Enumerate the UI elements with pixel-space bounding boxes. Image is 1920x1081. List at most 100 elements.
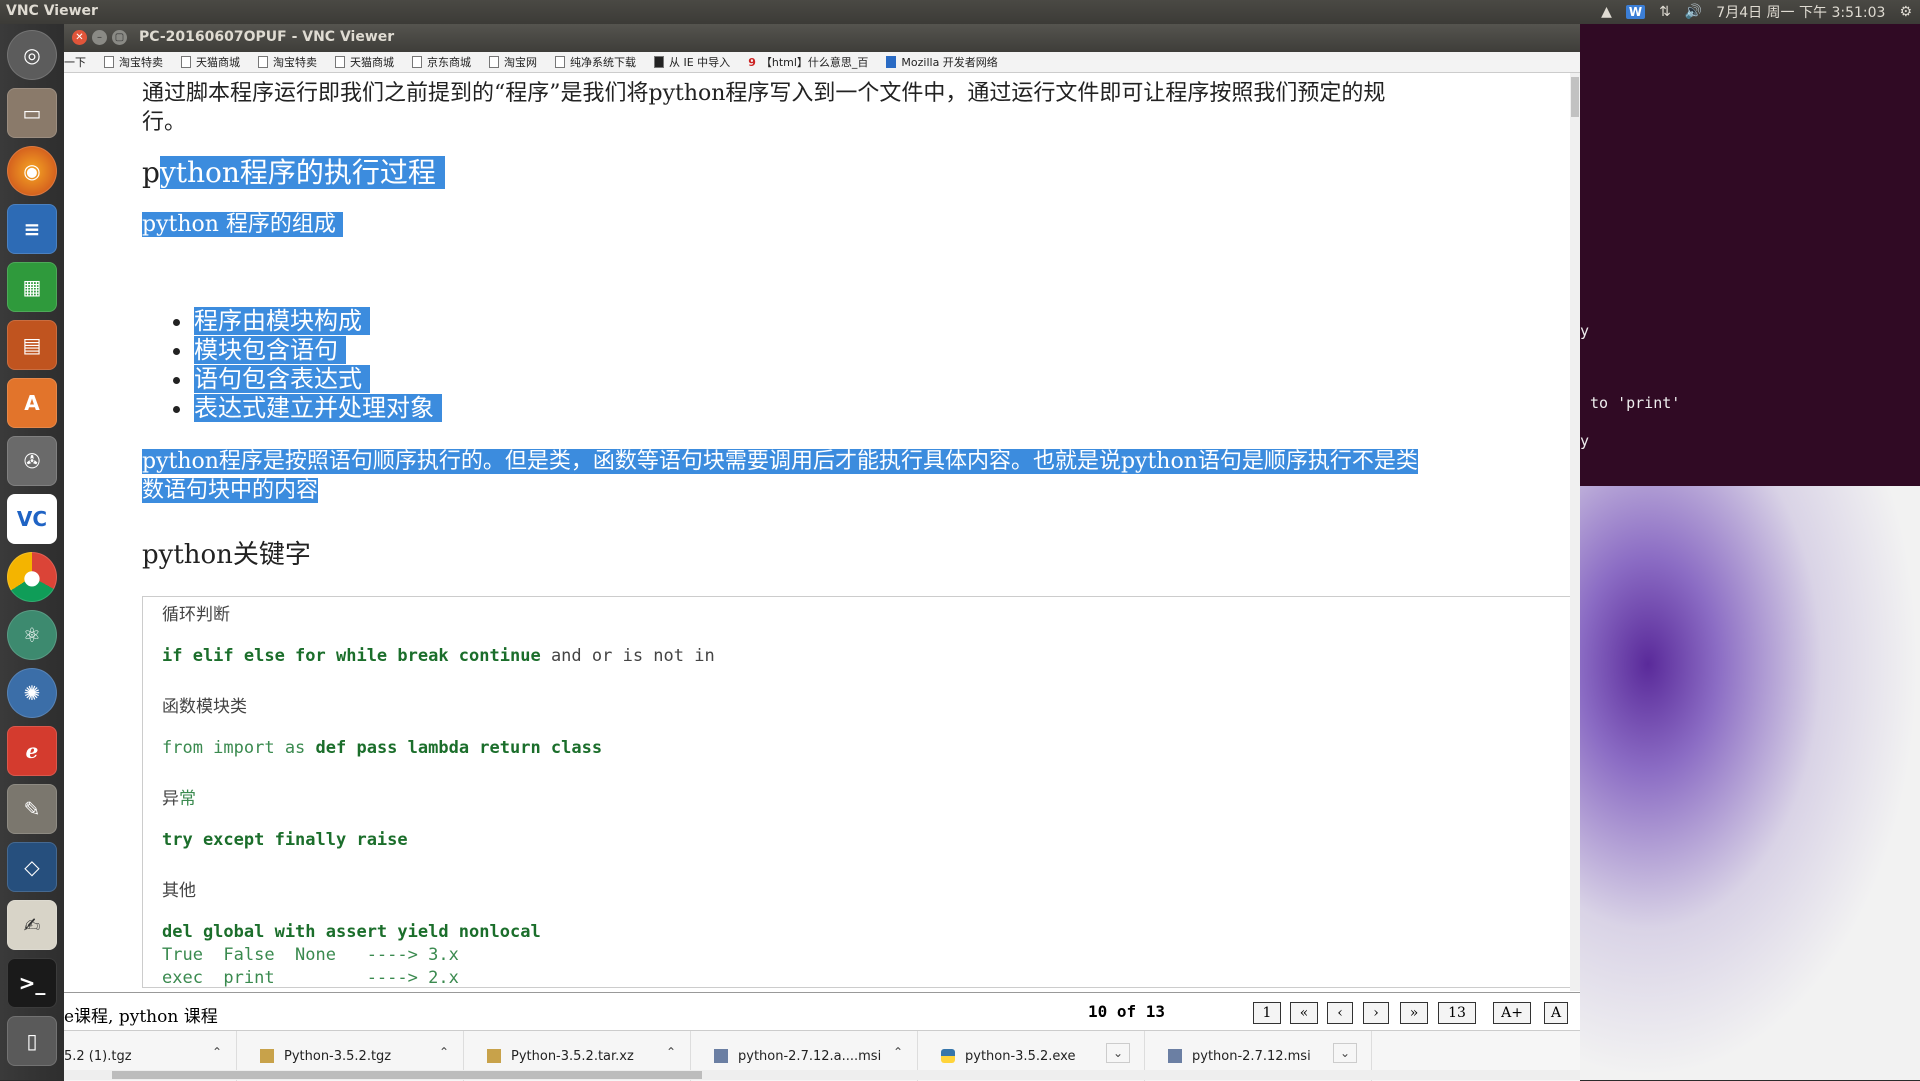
- pager-bar: e课程, python 课程 10 of 13 1 « ‹ › » 13 A+ …: [64, 992, 1580, 1031]
- bookmark-item[interactable]: 纯净系统下载: [555, 54, 636, 70]
- page-icon: [258, 56, 268, 68]
- text-editor-icon[interactable]: ℯ: [7, 726, 57, 776]
- atom-icon[interactable]: ⚛: [7, 610, 57, 660]
- code-comment: 异常: [162, 789, 196, 809]
- network-icon[interactable]: ⇅: [1659, 4, 1671, 20]
- chrome-icon[interactable]: ●: [7, 552, 57, 602]
- bookmark-item[interactable]: 9 【html】什么意思_百: [748, 54, 868, 70]
- python-icon: [941, 1049, 955, 1063]
- installer-icon: [1168, 1049, 1182, 1063]
- code-comment: 函数模块类: [162, 697, 247, 717]
- bookmark-item[interactable]: 一下: [64, 54, 86, 70]
- list-item: 表达式建立并处理对象: [194, 394, 442, 423]
- notification-icon[interactable]: ▲: [1601, 4, 1612, 20]
- settings-gear-icon[interactable]: ⚙: [1899, 4, 1912, 20]
- window-titlebar: ✕ – ▢ PC-20160607OPUF - VNC Viewer: [64, 24, 1580, 52]
- bookmark-item[interactable]: 天猫商城: [181, 54, 240, 70]
- first-page-button[interactable]: 1: [1253, 1002, 1281, 1024]
- system-tray: ▲ W ⇅ 🔊 7月4日 周一 下午 3:51:03 ⚙: [1601, 2, 1912, 22]
- files-icon[interactable]: ▭: [7, 88, 57, 138]
- code-line: True False None ----> 3.x: [162, 945, 459, 965]
- bookmark-item[interactable]: Mozilla 开发者网络: [886, 54, 998, 70]
- software-center-icon[interactable]: A: [7, 378, 57, 428]
- folder-icon: [654, 56, 664, 68]
- code-comment: 循环判断: [162, 605, 230, 625]
- bookmark-item[interactable]: 淘宝特卖: [104, 54, 163, 70]
- mdn-icon: [886, 56, 897, 68]
- page-position: 10 of 13: [1088, 1002, 1166, 1021]
- volume-icon[interactable]: 🔊: [1685, 4, 1702, 20]
- gedit-icon[interactable]: ✍: [7, 900, 57, 950]
- list-item: 模块包含语句: [194, 336, 442, 365]
- chevron-up-icon[interactable]: ⌃: [666, 1045, 676, 1059]
- close-icon[interactable]: ✕: [72, 30, 87, 45]
- page-icon: [412, 56, 422, 68]
- chevron-down-icon[interactable]: ⌄: [1332, 1043, 1357, 1063]
- impress-icon[interactable]: ▤: [7, 320, 57, 370]
- system-settings-icon[interactable]: ✇: [7, 436, 57, 486]
- chevron-up-icon[interactable]: ⌃: [212, 1045, 222, 1059]
- baidu-icon: 9: [748, 55, 756, 69]
- prev-prev-button[interactable]: «: [1290, 1002, 1318, 1024]
- next-button[interactable]: ›: [1363, 1002, 1389, 1024]
- maximize-icon[interactable]: ▢: [112, 30, 127, 45]
- heading-program-components: python 程序的组成: [142, 206, 343, 238]
- vertical-scrollbar[interactable]: [1570, 73, 1580, 991]
- bookmark-item[interactable]: 淘宝网: [489, 54, 537, 70]
- last-page-button[interactable]: 13: [1438, 1002, 1476, 1024]
- font-up-button[interactable]: A+: [1493, 1002, 1531, 1024]
- trash-icon[interactable]: ▯: [7, 1016, 57, 1066]
- list-item: 程序由模块构成: [194, 307, 442, 336]
- chevron-up-icon[interactable]: ⌃: [893, 1045, 903, 1059]
- dash-home-icon[interactable]: ◎: [7, 30, 57, 80]
- page-icon: [555, 56, 565, 68]
- background-terminal: y to 'print' y: [1580, 24, 1920, 486]
- font-reset-button[interactable]: A: [1544, 1002, 1568, 1024]
- code-line: try except finally raise: [162, 830, 408, 850]
- code-block: 循环判断 if elif else for while break contin…: [142, 596, 1570, 988]
- intro-paragraph: 通过脚本程序运行即我们之前提到的“程序”是我们将python程序写入到一个文件中…: [142, 81, 1386, 135]
- archive-icon: [260, 1049, 274, 1063]
- app-title: VNC Viewer: [6, 3, 98, 19]
- terminal-line: y: [1580, 432, 1590, 450]
- desktop-wallpaper: [1580, 486, 1920, 1080]
- code-line: from import as def pass lambda return cl…: [162, 738, 603, 758]
- gimp-icon[interactable]: ✎: [7, 784, 57, 834]
- execution-paragraph: python程序是按照语句顺序执行的。但是类，函数等语句块需要调用后才能执行具体…: [142, 449, 1418, 503]
- code-line: if elif else for while break continue an…: [162, 646, 715, 666]
- clock[interactable]: 7月4日 周一 下午 3:51:03: [1716, 2, 1885, 22]
- document-view[interactable]: 通过脚本程序运行即我们之前提到的“程序”是我们将python程序写入到一个文件中…: [64, 73, 1570, 991]
- page-icon: [335, 56, 345, 68]
- chevron-up-icon[interactable]: ⌃: [439, 1045, 449, 1059]
- launcher: ◎ ▭ ◉ ≡ ▦ ▤ A ✇ VC ● ⚛ ✺ ℯ ✎ ◇ ✍ >_ ▯: [0, 24, 65, 1080]
- heading-keywords: python关键字: [142, 540, 311, 570]
- writer-icon[interactable]: ≡: [7, 204, 57, 254]
- bookmark-item[interactable]: 京东商城: [412, 54, 471, 70]
- firefox-icon[interactable]: ◉: [7, 146, 57, 196]
- bookmark-item[interactable]: 淘宝特卖: [258, 54, 317, 70]
- vnc-window: ✕ – ▢ PC-20160607OPUF - VNC Viewer 一下 淘宝…: [64, 24, 1580, 1081]
- prev-button[interactable]: ‹: [1327, 1002, 1353, 1024]
- heading-execution-process: python程序的执行过程: [142, 151, 445, 191]
- wps-icon[interactable]: W: [1625, 5, 1646, 19]
- browser-icon[interactable]: ✺: [7, 668, 57, 718]
- scrollbar-thumb[interactable]: [1571, 77, 1579, 117]
- terminal-icon[interactable]: >_: [7, 958, 57, 1008]
- bookmarks-bar: 一下 淘宝特卖 天猫商城 淘宝特卖 天猫商城 京东商城 淘宝网 纯净系统下载 从…: [64, 52, 1580, 73]
- top-panel: VNC Viewer ▲ W ⇅ 🔊 7月4日 周一 下午 3:51:03 ⚙: [0, 0, 1920, 24]
- scrollbar-thumb[interactable]: [112, 1071, 702, 1079]
- vnc-viewer-icon[interactable]: VC: [7, 494, 57, 544]
- bookmark-item[interactable]: 从 IE 中导入: [654, 54, 730, 70]
- chevron-down-icon[interactable]: ⌄: [1105, 1043, 1130, 1063]
- minimize-icon[interactable]: –: [92, 30, 107, 45]
- horizontal-scrollbar[interactable]: [64, 1070, 1580, 1080]
- page-icon: [104, 56, 114, 68]
- installer-icon: [714, 1049, 728, 1063]
- virtualbox-icon[interactable]: ◇: [7, 842, 57, 892]
- calc-icon[interactable]: ▦: [7, 262, 57, 312]
- terminal-line: to 'print': [1590, 394, 1681, 412]
- bookmark-item[interactable]: 天猫商城: [335, 54, 394, 70]
- code-line: exec print ----> 2.x: [162, 968, 459, 988]
- window-title: PC-20160607OPUF - VNC Viewer: [139, 29, 395, 45]
- next-next-button[interactable]: »: [1400, 1002, 1428, 1024]
